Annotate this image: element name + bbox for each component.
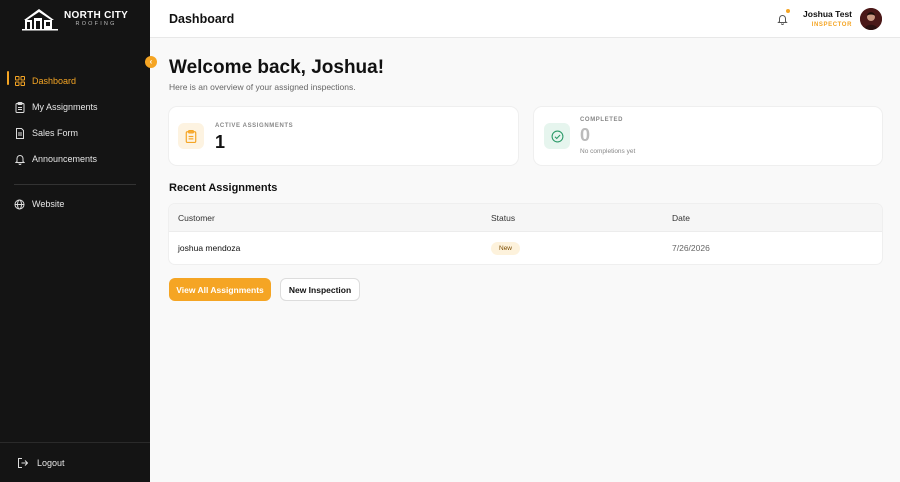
- view-all-assignments-button[interactable]: View All Assignments: [169, 278, 271, 301]
- sidebar-item-label: Dashboard: [32, 76, 77, 86]
- page-title: Dashboard: [169, 11, 235, 26]
- logout-label: Logout: [37, 457, 65, 468]
- brand-logo[interactable]: NORTH CITY ROOFING: [0, 0, 150, 38]
- stats-row: ACTIVE ASSIGNMENTS 1 COMPLETED 0 No comp…: [169, 107, 882, 165]
- grid-icon: [14, 76, 25, 87]
- welcome-subtitle: Here is an overview of your assigned ins…: [169, 82, 356, 92]
- avatar[interactable]: [860, 8, 882, 30]
- cell-date: 7/26/2026: [672, 243, 710, 253]
- status-badge: New: [491, 241, 521, 255]
- column-header-customer: Customer: [178, 212, 215, 223]
- sidebar-item-label: Announcements: [32, 154, 98, 164]
- main-content: Welcome back, Joshua! Here is an overvie…: [169, 38, 882, 301]
- logout-button[interactable]: Logout: [0, 442, 150, 482]
- sidebar-item-website[interactable]: Website: [0, 191, 150, 217]
- stat-value: 0: [580, 125, 591, 145]
- stat-note: No completions yet: [580, 148, 636, 155]
- column-header-status: Status: [491, 212, 516, 223]
- table-row[interactable]: joshua mendoza New 7/26/2026: [169, 232, 882, 264]
- welcome-heading: Welcome back, Joshua!: [169, 57, 385, 78]
- bell-icon: [14, 154, 25, 165]
- globe-icon: [14, 199, 25, 210]
- stat-label: ACTIVE ASSIGNMENTS: [215, 123, 294, 129]
- recent-assignments-title: Recent Assignments: [169, 182, 278, 194]
- sidebar-item-label: Sales Form: [32, 128, 79, 138]
- clipboard-icon: [178, 123, 204, 149]
- sidebar-item-my-assignments[interactable]: My Assignments: [0, 94, 150, 120]
- sidebar-divider: [14, 184, 136, 185]
- top-header: Dashboard Joshua Test INSPECTOR: [150, 0, 900, 38]
- brand-title: NORTH CITY: [64, 9, 129, 21]
- sidebar-item-announcements[interactable]: Announcements: [0, 146, 150, 172]
- column-header-date: Date: [672, 212, 690, 223]
- user-role: INSPECTOR: [811, 22, 852, 28]
- user-info[interactable]: Joshua Test INSPECTOR: [803, 9, 852, 28]
- chevron-left-icon[interactable]: ‹: [145, 56, 157, 68]
- sidebar-item-label: Website: [32, 199, 65, 209]
- stat-card-completed: COMPLETED 0 No completions yet: [534, 107, 882, 165]
- sidebar-item-dashboard[interactable]: Dashboard: [0, 68, 150, 94]
- sidebar-nav: Dashboard My Assignments Sales Form Anno…: [0, 68, 150, 217]
- new-inspection-button[interactable]: New Inspection: [280, 278, 360, 301]
- logout-icon: [18, 457, 28, 468]
- user-name: Joshua Test: [803, 9, 852, 19]
- clipboard-icon: [14, 101, 25, 113]
- notification-bell-icon[interactable]: [777, 9, 790, 25]
- sidebar: NORTH CITY ROOFING Dashboard My Assignme…: [0, 0, 150, 482]
- sidebar-item-sales-form[interactable]: Sales Form: [0, 120, 150, 146]
- stat-value: 1: [215, 132, 226, 152]
- action-buttons: View All Assignments New Inspection: [169, 278, 360, 301]
- sidebar-item-label: My Assignments: [32, 102, 98, 112]
- stat-card-active: ACTIVE ASSIGNMENTS 1: [169, 107, 518, 165]
- notification-dot: [786, 9, 790, 13]
- house-logo-icon: [22, 9, 58, 31]
- check-circle-icon: [544, 123, 570, 149]
- cell-customer: joshua mendoza: [178, 243, 241, 253]
- table-header: Customer Status Date: [169, 204, 882, 232]
- stat-label: COMPLETED: [580, 117, 624, 123]
- document-icon: [14, 127, 25, 139]
- cell-status: New: [491, 241, 521, 255]
- brand-subtitle: ROOFING: [75, 20, 117, 27]
- assignments-table: Customer Status Date joshua mendoza New …: [169, 204, 882, 264]
